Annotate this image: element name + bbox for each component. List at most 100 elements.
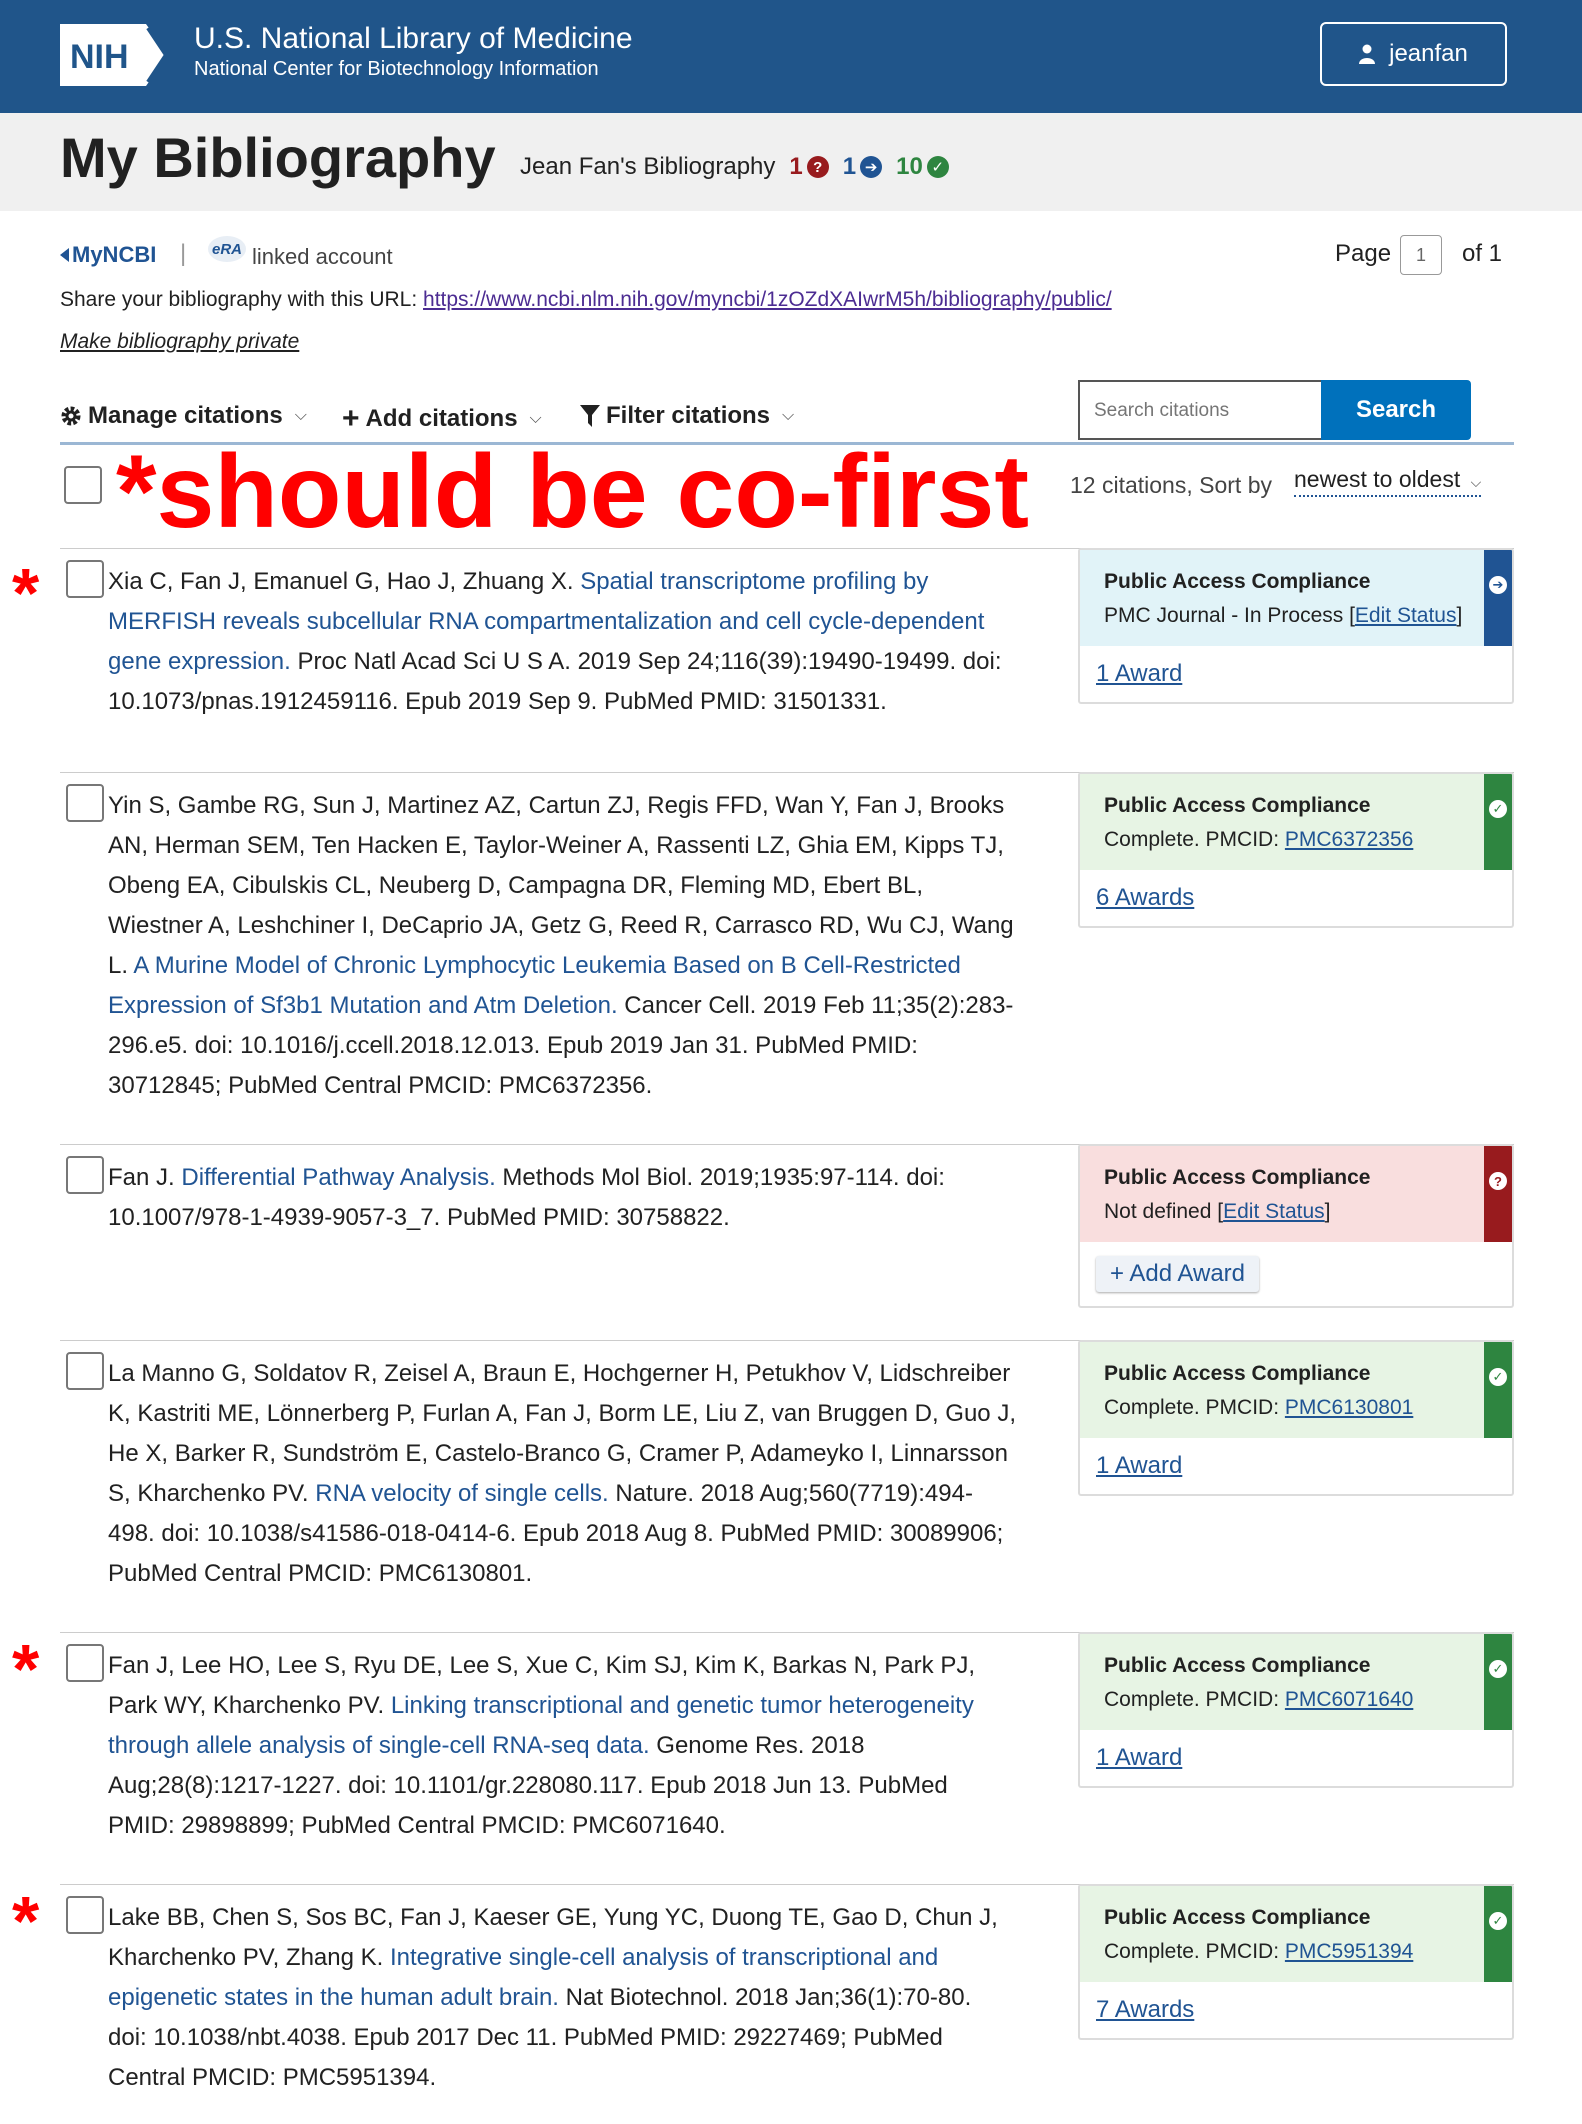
arrow-circle-icon: ➔	[1489, 576, 1507, 594]
citation-checkbox[interactable]	[66, 1644, 104, 1682]
citation-text: Xia C, Fan J, Emanuel G, Hao J, Zhuang X…	[108, 562, 1016, 722]
svg-text:NIH: NIH	[70, 38, 129, 76]
compliance-heading: Public Access Compliance	[1104, 794, 1371, 817]
citation-checkbox[interactable]	[66, 1352, 104, 1390]
citation-checkbox[interactable]	[66, 1896, 104, 1934]
compliance-status: PMC Journal - In Process [Edit Status]	[1104, 604, 1463, 627]
arrow-circle-icon: ➔	[860, 156, 883, 178]
public-access-compliance: Public Access Compliance Complete. PMCID:…	[1080, 1886, 1512, 1982]
search-citations-input[interactable]: Search citations	[1078, 380, 1321, 440]
search-button[interactable]: Search	[1321, 380, 1471, 440]
awards-section: 6 Awards	[1080, 870, 1512, 926]
chevron-down-icon: ⌵	[782, 407, 795, 424]
org-subtitle[interactable]: National Center for Biotechnology Inform…	[194, 58, 599, 81]
citation-title-link[interactable]: Differential Pathway Analysis.	[181, 1164, 495, 1191]
public-access-compliance: Public Access Compliance Not defined [Edi…	[1080, 1146, 1512, 1242]
citation-text: Yin S, Gambe RG, Sun J, Martinez AZ, Car…	[108, 786, 1016, 1106]
awards-link[interactable]: 6 Awards	[1096, 884, 1194, 911]
public-access-compliance: Public Access Compliance Complete. PMCID:…	[1080, 774, 1512, 870]
compliance-link[interactable]: Edit Status	[1223, 1200, 1325, 1223]
awards-link[interactable]: 7 Awards	[1096, 1996, 1194, 2023]
public-access-panel: Public Access Compliance Complete. PMCID:…	[1078, 1632, 1514, 1788]
check-circle-icon: ✓	[1489, 1660, 1507, 1678]
awards-section: 1 Award	[1080, 1730, 1512, 1786]
citation-checkbox[interactable]	[66, 1156, 104, 1194]
status-stripe: ✓	[1484, 1634, 1512, 1730]
myncbi-link[interactable]: MyNCBI	[60, 242, 156, 268]
annotation-star: *	[12, 554, 40, 632]
user-icon	[1359, 44, 1376, 64]
make-private-link[interactable]: Make bibliography private	[60, 330, 299, 354]
compliance-link[interactable]: PMC6071640	[1285, 1688, 1413, 1711]
check-circle-icon: ✓	[1489, 800, 1507, 818]
awards-section: 1 Award	[1080, 1438, 1512, 1494]
citation-text: Lake BB, Chen S, Sos BC, Fan J, Kaeser G…	[108, 1898, 1016, 2098]
add-citations-menu[interactable]: + Add citations ⌵	[342, 402, 542, 436]
chevron-down-icon: ⌵	[1470, 474, 1482, 490]
compliance-status: Not defined [Edit Status]	[1104, 1200, 1331, 1223]
complete-count[interactable]: 10 ✓	[896, 153, 949, 181]
add-award-button[interactable]: + Add Award	[1096, 1256, 1259, 1292]
share-label: Share your bibliography with this URL:	[60, 288, 424, 311]
share-url-link[interactable]: https://www.ncbi.nlm.nih.gov/myncbi/1zOZ…	[423, 288, 1112, 311]
page-number-input[interactable]: 1	[1400, 235, 1442, 275]
awards-section: 1 Award	[1080, 646, 1512, 702]
status-stripe: ✓	[1484, 774, 1512, 870]
plus-icon: +	[1110, 1260, 1125, 1287]
not-defined-count[interactable]: 1 ?	[789, 153, 829, 181]
compliance-link[interactable]: PMC6372356	[1285, 828, 1413, 851]
compliance-link[interactable]: Edit Status	[1355, 604, 1457, 627]
site-header: NIH U.S. National Library of Medicine Na…	[0, 0, 1582, 113]
compliance-heading: Public Access Compliance	[1104, 570, 1371, 593]
compliance-link[interactable]: PMC5951394	[1285, 1940, 1413, 1963]
public-access-panel: Public Access Compliance Complete. PMCID:…	[1078, 1884, 1514, 2040]
citation-title-link[interactable]: RNA velocity of single cells.	[315, 1480, 608, 1507]
compliance-status: Complete. PMCID: PMC6372356	[1104, 828, 1414, 851]
in-process-count[interactable]: 1 ➔	[843, 153, 883, 181]
manage-citations-menu[interactable]: Manage citations ⌵	[60, 402, 307, 430]
linked-account[interactable]: linked account	[252, 244, 393, 270]
citation-authors: Yin S, Gambe RG, Sun J, Martinez AZ, Car…	[108, 792, 1014, 979]
plus-icon: +	[342, 402, 360, 435]
awards-link[interactable]: 1 Award	[1096, 660, 1182, 687]
public-access-panel: Public Access Compliance Not defined [Edi…	[1078, 1144, 1514, 1308]
compliance-link[interactable]: PMC6130801	[1285, 1396, 1413, 1419]
annotation-star: *	[12, 1882, 40, 1960]
sort-dropdown[interactable]: newest to oldest ⌵	[1294, 466, 1482, 497]
compliance-status: Complete. PMCID: PMC6130801	[1104, 1396, 1414, 1419]
user-account-button[interactable]: jeanfan	[1320, 22, 1507, 86]
era-logo: eRA	[208, 236, 246, 262]
citation-checkbox[interactable]	[66, 784, 104, 822]
public-access-panel: Public Access Compliance Complete. PMCID:…	[1078, 1340, 1514, 1496]
compliance-heading: Public Access Compliance	[1104, 1906, 1371, 1929]
compliance-heading: Public Access Compliance	[1104, 1166, 1371, 1189]
status-stripe: ➔	[1484, 550, 1512, 646]
citation-text: La Manno G, Soldatov R, Zeisel A, Braun …	[108, 1354, 1016, 1594]
status-stripe: ?	[1484, 1146, 1512, 1242]
citation-checkbox[interactable]	[66, 560, 104, 598]
username: jeanfan	[1389, 40, 1468, 67]
awards-link[interactable]: 1 Award	[1096, 1744, 1182, 1771]
question-circle-icon: ?	[806, 156, 829, 178]
annotation-star: *	[12, 1630, 40, 1708]
compliance-status: Complete. PMCID: PMC6071640	[1104, 1688, 1414, 1711]
awards-link[interactable]: 1 Award	[1096, 1452, 1182, 1479]
check-circle-icon: ✓	[1489, 1912, 1507, 1930]
page-total: of 1	[1462, 240, 1503, 267]
select-all-checkbox[interactable]	[64, 466, 102, 504]
public-access-compliance: Public Access Compliance Complete. PMCID:…	[1080, 1634, 1512, 1730]
awards-section: 7 Awards	[1080, 1982, 1512, 2038]
page-title: My Bibliography	[60, 126, 496, 189]
filter-icon	[580, 405, 600, 427]
separator: |	[180, 240, 187, 267]
compliance-heading: Public Access Compliance	[1104, 1362, 1371, 1385]
org-title[interactable]: U.S. National Library of Medicine	[194, 22, 633, 56]
status-stripe: ✓	[1484, 1342, 1512, 1438]
bibliography-owner: Jean Fan's Bibliography	[520, 153, 776, 180]
nih-logo[interactable]: NIH	[60, 24, 170, 86]
public-access-panel: Public Access Compliance Complete. PMCID:…	[1078, 772, 1514, 928]
filter-citations-menu[interactable]: Filter citations ⌵	[580, 402, 794, 430]
citation-authors: Xia C, Fan J, Emanuel G, Hao J, Zhuang X…	[108, 568, 581, 595]
chevron-down-icon: ⌵	[529, 410, 542, 427]
chevron-down-icon: ⌵	[294, 407, 307, 424]
